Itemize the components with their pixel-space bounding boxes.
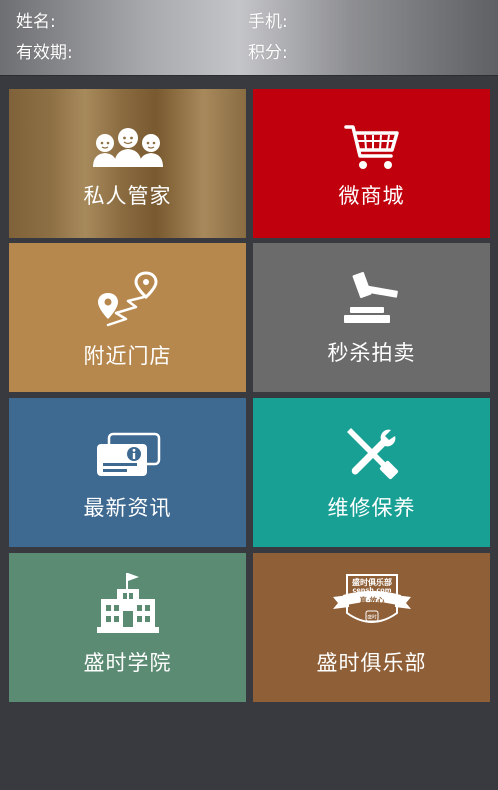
validity-field: 有效期: <box>16 43 73 63</box>
tile-label: 盛时俱乐部 <box>316 651 427 675</box>
tile-latest-news[interactable]: 最新资讯 <box>9 398 246 547</box>
points-field: 积分: <box>248 43 288 63</box>
tile-repair-maintenance[interactable]: 维修保养 <box>253 398 490 547</box>
club-badge-bottom-text: 盛时 <box>367 614 377 621</box>
map-route-pin-icon <box>9 271 246 329</box>
tile-label: 秒杀拍卖 <box>327 341 416 365</box>
phone-field: 手机: <box>248 12 288 32</box>
wrench-screwdriver-icon <box>253 426 490 480</box>
tile-label: 最新资讯 <box>83 496 172 520</box>
people-group-icon <box>9 127 246 167</box>
tile-micro-mall[interactable]: 微商城 <box>253 89 490 238</box>
auction-gavel-icon <box>253 271 490 325</box>
tile-flash-auction[interactable]: 秒杀拍卖 <box>253 243 490 392</box>
tile-label: 微商城 <box>338 184 405 208</box>
tile-label: 附近门店 <box>83 344 172 368</box>
tile-label: 盛时学院 <box>83 651 172 675</box>
name-field: 姓名: <box>16 12 56 32</box>
school-building-icon <box>9 571 246 635</box>
tile-club[interactable]: 盛时俱乐部 censh.com 真·放心 盛时 盛时俱乐部 <box>253 553 490 702</box>
tile-nearby-stores[interactable]: 附近门店 <box>9 243 246 392</box>
tile-label: 私人管家 <box>83 184 172 208</box>
club-badge-domain-text: censh.com <box>352 586 391 594</box>
shopping-cart-icon <box>253 123 490 171</box>
tile-label: 维修保养 <box>327 496 416 520</box>
club-badge-icon: 盛时俱乐部 censh.com 真·放心 盛时 <box>253 573 490 633</box>
tile-academy[interactable]: 盛时学院 <box>9 553 246 702</box>
info-cards-icon <box>9 432 246 478</box>
tile-private-butler[interactable]: 私人管家 <box>9 89 246 238</box>
club-badge-slogan: 真·放心 <box>359 595 385 605</box>
member-info-header: 姓名: 手机: 有效期: 积分: <box>0 0 498 76</box>
